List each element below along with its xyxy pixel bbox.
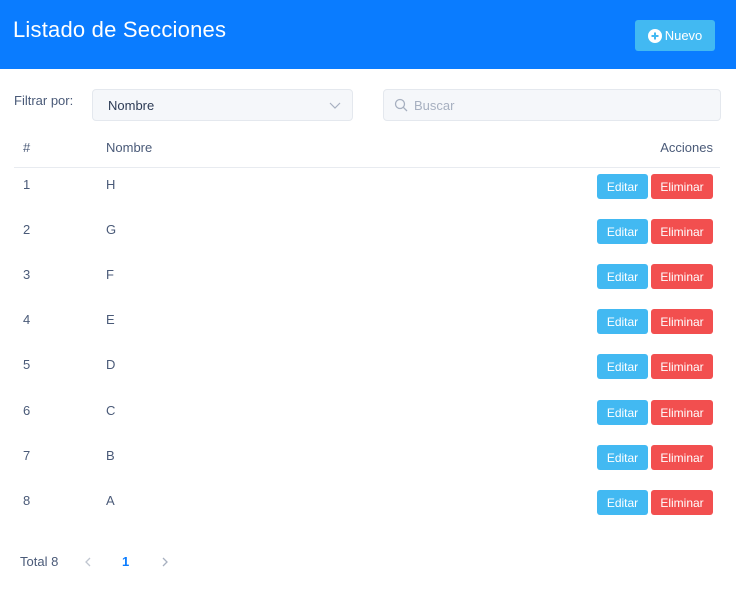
edit-button[interactable]: Editar <box>597 490 648 515</box>
row-name: A <box>106 493 115 508</box>
table-row: 5 D Editar Eliminar <box>0 345 736 390</box>
row-name: G <box>106 222 117 237</box>
edit-button[interactable]: Editar <box>597 219 648 244</box>
row-number: 3 <box>23 267 31 282</box>
table-row: 4 E Editar Eliminar <box>0 300 736 345</box>
row-name: E <box>106 312 115 327</box>
plus-circle-icon <box>647 28 662 43</box>
edit-button[interactable]: Editar <box>597 445 648 470</box>
row-name: H <box>106 177 116 192</box>
filter-label: Filtrar por: <box>14 93 74 108</box>
chevron-left-icon[interactable] <box>82 555 94 569</box>
column-header-name: Nombre <box>106 140 153 155</box>
delete-button[interactable]: Eliminar <box>651 264 713 289</box>
row-number: 1 <box>23 177 31 192</box>
delete-button[interactable]: Eliminar <box>651 445 713 470</box>
search-input[interactable] <box>414 90 714 120</box>
delete-button[interactable]: Eliminar <box>651 354 713 379</box>
chevron-right-icon[interactable] <box>159 555 171 569</box>
pagination-page-current[interactable]: 1 <box>122 554 129 569</box>
table-row: 1 H Editar Eliminar <box>0 165 736 210</box>
edit-button[interactable]: Editar <box>597 400 648 425</box>
row-number: 8 <box>23 493 31 508</box>
search-field[interactable] <box>383 89 721 121</box>
table-row: 8 A Editar Eliminar <box>0 481 736 526</box>
filter-select[interactable]: Nombre <box>92 89 353 121</box>
row-number: 4 <box>23 312 31 327</box>
row-name: D <box>106 357 116 372</box>
edit-button[interactable]: Editar <box>597 174 648 199</box>
edit-button[interactable]: Editar <box>597 264 648 289</box>
table-row: 2 G Editar Eliminar <box>0 210 736 255</box>
new-button[interactable]: Nuevo <box>635 20 715 51</box>
row-number: 5 <box>23 357 31 372</box>
delete-button[interactable]: Eliminar <box>651 400 713 425</box>
row-name: F <box>106 267 114 282</box>
edit-button[interactable]: Editar <box>597 354 648 379</box>
delete-button[interactable]: Eliminar <box>651 219 713 244</box>
delete-button[interactable]: Eliminar <box>651 490 713 515</box>
search-icon <box>394 98 408 112</box>
filter-select-value: Nombre <box>108 98 155 113</box>
row-name: C <box>106 403 116 418</box>
pagination-total: Total 8 <box>20 554 59 569</box>
delete-button[interactable]: Eliminar <box>651 309 713 334</box>
column-header-number: # <box>23 140 31 155</box>
chevron-down-icon <box>329 102 341 109</box>
row-number: 2 <box>23 222 31 237</box>
edit-button[interactable]: Editar <box>597 309 648 334</box>
row-number: 7 <box>23 448 31 463</box>
row-name: B <box>106 448 115 463</box>
table-row: 7 B Editar Eliminar <box>0 436 736 481</box>
page-title: Listado de Secciones <box>13 17 227 42</box>
row-number: 6 <box>23 403 31 418</box>
new-button-label: Nuevo <box>664 28 703 43</box>
delete-button[interactable]: Eliminar <box>651 174 713 199</box>
table-row: 3 F Editar Eliminar <box>0 255 736 300</box>
page-header: Listado de Secciones Nuevo <box>0 0 736 69</box>
table-row: 6 C Editar Eliminar <box>0 391 736 436</box>
column-header-actions: Acciones <box>660 140 713 155</box>
